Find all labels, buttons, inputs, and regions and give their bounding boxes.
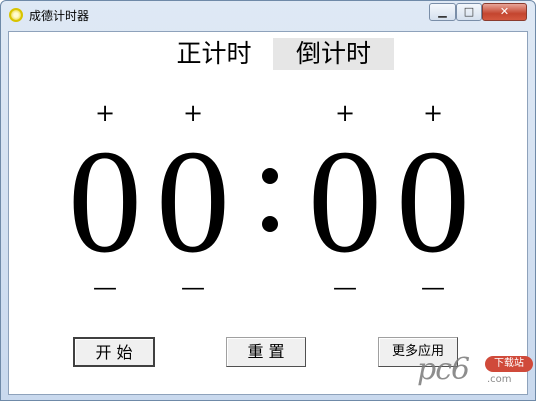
watermark-logo: pc6 xyxy=(417,352,470,387)
watermark-url: .com xyxy=(487,374,512,385)
colon-dot-top xyxy=(262,168,278,184)
app-window: 成德计时器 ▁ □ ✕ 正计时 倒计时 + + + + 0 0 0 0 — — … xyxy=(0,0,536,401)
seconds-ones-digit: 0 xyxy=(396,120,470,284)
colon-dot-bottom xyxy=(262,216,278,232)
maximize-button[interactable]: □ xyxy=(456,3,482,21)
app-icon xyxy=(9,8,23,22)
watermark-badge: 下载站 xyxy=(485,356,533,372)
minutes-tens-decrement[interactable]: — xyxy=(85,272,125,302)
seconds-tens-digit: 0 xyxy=(308,120,382,284)
minutes-ones-digit: 0 xyxy=(156,120,230,284)
minutes-ones-decrement[interactable]: — xyxy=(173,272,213,302)
window-title: 成德计时器 xyxy=(29,9,90,23)
count-up-tab[interactable]: 正计时 xyxy=(169,38,259,70)
client-area: 正计时 倒计时 + + + + 0 0 0 0 — — — — 开 始 重 置 … xyxy=(8,31,533,395)
watermark: pc6 下载站 .com xyxy=(417,352,535,396)
reset-button[interactable]: 重 置 xyxy=(226,337,306,367)
seconds-tens-decrement[interactable]: — xyxy=(325,272,365,302)
title-bar[interactable]: 成德计时器 ▁ □ ✕ xyxy=(1,1,535,29)
minutes-tens-digit: 0 xyxy=(68,120,142,284)
start-button[interactable]: 开 始 xyxy=(73,337,155,367)
close-button[interactable]: ✕ xyxy=(482,3,527,21)
time-separator xyxy=(255,150,285,250)
seconds-ones-decrement[interactable]: — xyxy=(413,272,453,302)
count-down-tab[interactable]: 倒计时 xyxy=(273,38,394,70)
minimize-button[interactable]: ▁ xyxy=(429,3,456,21)
